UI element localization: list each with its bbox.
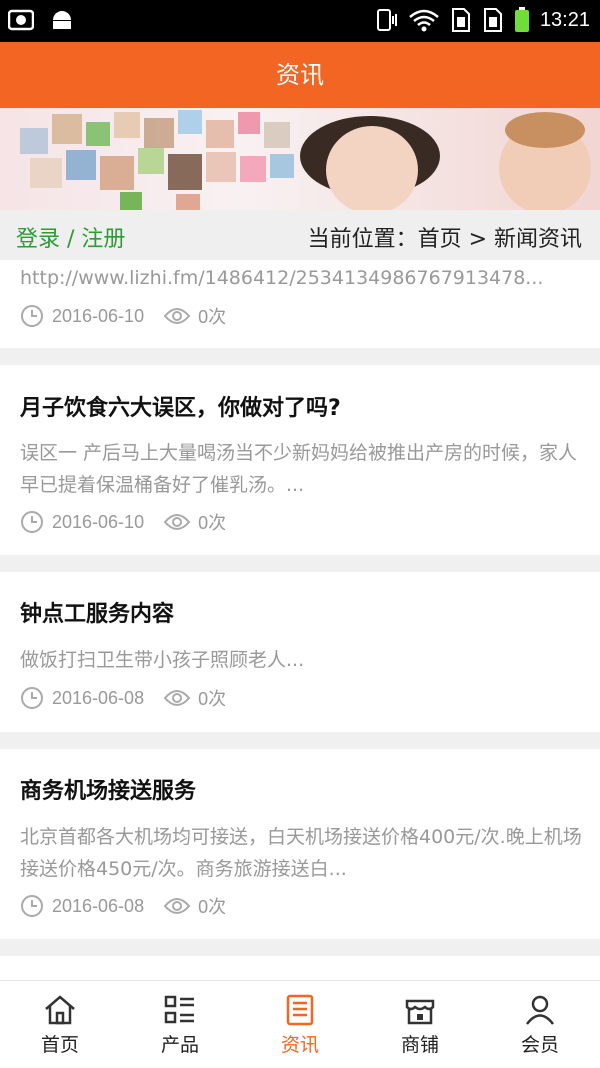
breadcrumb: 当前位置：首页 > 新闻资讯 <box>307 227 582 252</box>
article-date: 2016-06-08 <box>52 895 145 916</box>
article-date: 2016-06-08 <box>52 687 145 708</box>
article-summary: 北京首都各大机场均可接送，白天机场接送价格400元/次.晚上机场接送价格450元… <box>20 826 582 880</box>
article-date: 2016-06-10 <box>52 511 145 532</box>
clock-icon <box>21 511 43 533</box>
list-item[interactable]: 月子饮食六大误区，你做对了吗? 误区一 产后马上大量喝汤当不少新妈妈给被推出产房… <box>0 365 600 555</box>
eye-icon <box>164 898 191 914</box>
tab-news[interactable]: 资讯 <box>240 981 360 1068</box>
clock-icon <box>21 687 43 709</box>
article-views: 0次 <box>198 689 227 709</box>
page-title-bar: 资讯 <box>0 42 600 108</box>
battery-icon <box>514 7 529 32</box>
tab-label: 会员 <box>520 1034 559 1056</box>
status-bar: 13:21 <box>0 0 600 42</box>
tab-home[interactable]: 首页 <box>0 981 120 1068</box>
tab-member[interactable]: 会员 <box>480 981 600 1068</box>
article-summary: http://www.lizhi.fm/1486412/253413498676… <box>20 267 544 289</box>
clock-icon <box>21 895 43 917</box>
article-title[interactable]: 商务机场接送服务 <box>20 773 196 805</box>
eye-icon <box>164 514 191 530</box>
user-icon <box>526 995 554 1025</box>
shop-icon <box>405 999 435 1025</box>
list-icon <box>164 995 194 1024</box>
list-item[interactable]: 商务机场接送服务 北京首都各大机场均可接送，白天机场接送价格400元/次.晚上机… <box>0 749 600 939</box>
article-views: 0次 <box>198 897 227 917</box>
news-icon <box>286 994 314 1026</box>
article-title[interactable]: 钟点工服务内容 <box>20 596 174 628</box>
article-date: 2016-06-10 <box>52 305 145 326</box>
login-register-link[interactable]: 登录 / 注册 <box>16 221 125 253</box>
sim1-icon <box>451 8 470 32</box>
article-meta: 2016-06-08 0次 <box>20 892 226 920</box>
screenshot-icon <box>8 9 34 31</box>
tab-products[interactable]: 产品 <box>120 981 240 1068</box>
android-icon <box>53 11 71 29</box>
tab-label: 资讯 <box>280 1034 319 1056</box>
eye-icon <box>164 690 191 706</box>
wifi-icon <box>409 9 439 32</box>
article-views: 0次 <box>198 307 227 327</box>
eye-icon <box>164 308 191 324</box>
phone-vibrate-icon <box>376 9 397 31</box>
breadcrumb-bar: 登录 / 注册 当前位置：首页 > 新闻资讯 <box>0 210 600 260</box>
banner-image[interactable] <box>0 108 600 210</box>
article-meta: 2016-06-10 0次 <box>20 508 226 536</box>
list-item[interactable]: 钟点工服务内容 做饭打扫卫生带小孩子照顾老人... 2016-06-08 0次 <box>0 572 600 732</box>
article-summary: 误区一 产后马上大量喝汤当不少新妈妈给被推出产房的时候，家人早已提着保温桶备好了… <box>20 442 578 496</box>
sim2-icon <box>483 8 502 32</box>
tab-label: 产品 <box>160 1034 199 1056</box>
tab-label: 首页 <box>40 1034 79 1056</box>
article-meta: 2016-06-08 0次 <box>20 684 226 712</box>
page-title: 资讯 <box>276 61 324 89</box>
tab-shop[interactable]: 商铺 <box>360 981 480 1068</box>
article-title[interactable]: 月子饮食六大误区，你做对了吗? <box>20 390 341 422</box>
bottom-tab-bar: 首页 产品 资讯 商铺 会员 <box>0 980 600 1068</box>
clock: 13:21 <box>539 8 590 31</box>
article-meta: 2016-06-10 0次 <box>20 302 226 330</box>
home-icon <box>45 995 75 1025</box>
list-item[interactable]: http://www.lizhi.fm/1486412/253413498676… <box>0 260 600 348</box>
article-summary: 做饭打扫卫生带小孩子照顾老人... <box>20 649 305 671</box>
tab-label: 商铺 <box>400 1034 439 1056</box>
clock-icon <box>21 305 43 327</box>
article-views: 0次 <box>198 513 227 533</box>
